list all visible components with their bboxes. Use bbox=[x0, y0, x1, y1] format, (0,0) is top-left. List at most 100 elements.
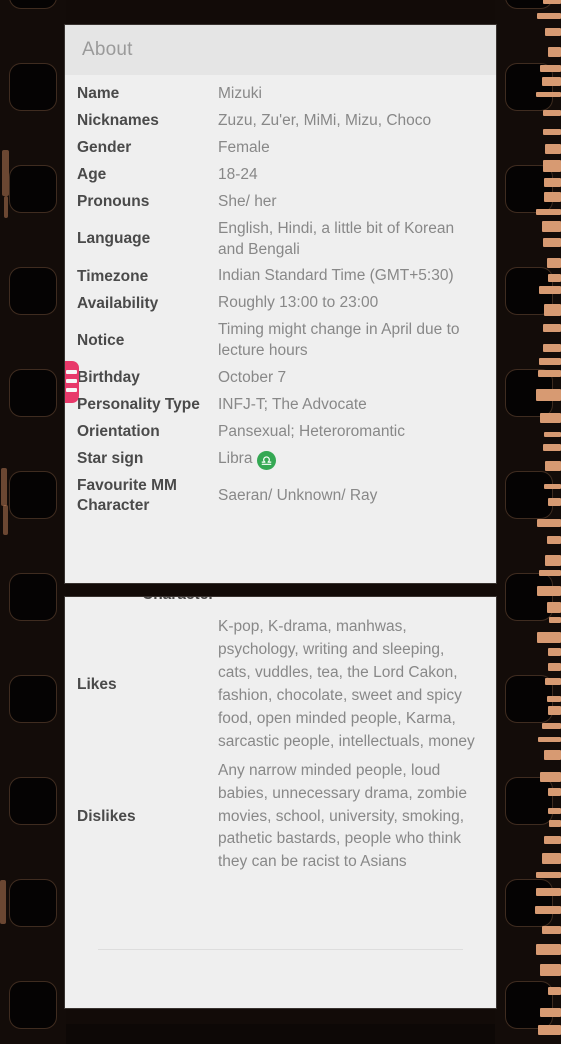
table-row: Orientation Pansexual; Heteroromantic bbox=[65, 419, 496, 446]
film-edge-barcode bbox=[535, 0, 561, 1035]
barcode-dash bbox=[536, 872, 561, 878]
barcode-dash bbox=[540, 65, 561, 72]
film-edge-smudge bbox=[0, 880, 6, 924]
barcode-dash bbox=[545, 28, 561, 36]
barcode-dash bbox=[536, 92, 561, 97]
table-row: Nicknames Zuzu, Zu'er, MiMi, Mizu, Choco bbox=[65, 108, 496, 135]
attribute-value: INFJ-T; The Advocate bbox=[218, 396, 367, 414]
attribute-value: Indian Standard Time (GMT+5:30) bbox=[218, 267, 454, 285]
barcode-dash bbox=[535, 906, 561, 914]
attribute-value: English, Hindi, a little bit of Korean a… bbox=[218, 219, 455, 258]
barcode-dash bbox=[545, 144, 561, 154]
barcode-dash bbox=[537, 632, 561, 643]
barcode-dash bbox=[548, 706, 561, 715]
barcode-dash bbox=[543, 324, 561, 332]
barcode-dash bbox=[548, 788, 561, 796]
attribute-label: Dislikes bbox=[77, 807, 136, 825]
table-row: Star sign Libra bbox=[65, 446, 496, 473]
barcode-dash bbox=[548, 47, 561, 57]
barcode-dash bbox=[536, 888, 561, 896]
barcode-dash bbox=[540, 413, 561, 423]
traits-card: Character Likes K-pop, K-drama, manhwas, … bbox=[65, 597, 496, 1008]
attribute-label: Favourite MM Character bbox=[77, 476, 177, 515]
barcode-dash bbox=[543, 344, 561, 352]
barcode-dash bbox=[542, 926, 561, 934]
barcode-dash bbox=[547, 258, 561, 268]
barcode-dash bbox=[542, 221, 561, 232]
film-sprocket-hole bbox=[10, 370, 56, 416]
traits-attributes-table: Likes K-pop, K-drama, manhwas, psychology… bbox=[65, 613, 496, 877]
film-sprocket-hole bbox=[10, 982, 56, 1028]
attribute-label: Pronouns bbox=[77, 192, 150, 210]
barcode-dash bbox=[544, 836, 561, 844]
barcode-dash bbox=[540, 772, 561, 782]
attribute-value: Female bbox=[218, 138, 270, 156]
attribute-label: Name bbox=[77, 85, 120, 103]
about-card-header: About bbox=[65, 25, 496, 75]
attribute-label: Star sign bbox=[77, 450, 144, 468]
film-sprocket-hole bbox=[10, 778, 56, 824]
barcode-dash bbox=[548, 274, 561, 282]
barcode-dash bbox=[545, 555, 561, 566]
barcode-dash bbox=[540, 964, 561, 976]
attribute-label: Language bbox=[77, 230, 151, 248]
attribute-value: Zuzu, Zu'er, MiMi, Mizu, Choco bbox=[218, 111, 432, 129]
table-row: Age 18-24 bbox=[65, 162, 496, 189]
barcode-dash bbox=[544, 432, 561, 437]
barcode-dash bbox=[548, 987, 561, 995]
barcode-dash bbox=[543, 238, 561, 247]
barcode-dash bbox=[548, 498, 561, 506]
barcode-dash bbox=[543, 129, 561, 135]
libra-zodiac-icon bbox=[257, 450, 277, 470]
attribute-value: Libra bbox=[218, 446, 496, 473]
film-sprocket-hole bbox=[10, 472, 56, 518]
film-sprocket-hole bbox=[10, 0, 56, 8]
barcode-dash bbox=[538, 370, 561, 377]
about-attributes-table: Name Mizuki Nicknames Zuzu, Zu'er, MiMi, Mi… bbox=[65, 81, 496, 520]
barcode-dash bbox=[542, 853, 561, 864]
barcode-dash bbox=[544, 192, 561, 202]
barcode-dash bbox=[547, 602, 561, 613]
film-sprocket-hole bbox=[10, 574, 56, 620]
attribute-value: Pansexual; Heteroromantic bbox=[218, 422, 405, 440]
barcode-dash bbox=[542, 723, 561, 729]
attribute-label: Nicknames bbox=[77, 112, 159, 130]
barcode-dash bbox=[549, 820, 561, 827]
attribute-label: Birthday bbox=[65, 361, 218, 404]
barcode-dash bbox=[536, 209, 561, 215]
table-row: Pronouns She/ her bbox=[65, 189, 496, 216]
attribute-label: Timezone bbox=[77, 267, 149, 285]
barcode-dash bbox=[540, 1008, 561, 1017]
film-sprocket-hole bbox=[10, 64, 56, 110]
barcode-dash bbox=[539, 570, 561, 576]
barcode-dash bbox=[536, 944, 561, 955]
about-card: About Name Mizuki Nicknames Zuzu, Zu'er, Mi… bbox=[65, 25, 496, 583]
attribute-label: Gender bbox=[77, 139, 132, 157]
barcode-dash bbox=[549, 617, 561, 623]
barcode-dash bbox=[542, 77, 561, 86]
barcode-dash bbox=[537, 13, 561, 19]
film-edge-smudge bbox=[2, 150, 9, 196]
table-row: Timezone Indian Standard Time (GMT+5:30) bbox=[65, 263, 496, 290]
film-sprocket-hole bbox=[10, 268, 56, 314]
barcode-dash bbox=[545, 678, 561, 685]
barcode-dash bbox=[544, 484, 561, 489]
film-edge-smudge bbox=[4, 196, 8, 218]
film-sprocket-hole bbox=[10, 880, 56, 926]
barcode-dash bbox=[544, 304, 561, 316]
barcode-dash bbox=[548, 808, 561, 814]
barcode-dash bbox=[543, 110, 561, 116]
barcode-dash bbox=[539, 286, 561, 294]
table-row: Notice Timing might change in April due t… bbox=[65, 317, 496, 365]
table-row: Gender Female bbox=[65, 135, 496, 162]
film-edge-smudge bbox=[3, 505, 8, 535]
attribute-label: Orientation bbox=[77, 423, 160, 441]
attribute-label: Availability bbox=[77, 294, 159, 312]
attribute-label: Notice bbox=[77, 331, 125, 349]
attribute-label: Personality Type bbox=[77, 396, 200, 414]
attribute-value-text: Libra bbox=[218, 449, 253, 467]
table-row: Dislikes Any narrow minded people, loud b… bbox=[65, 757, 496, 878]
attribute-value: Saeran/ Unknown/ Ray bbox=[218, 486, 378, 504]
attribute-value: Timing might change in April due to lect… bbox=[218, 321, 460, 360]
barcode-dash bbox=[544, 750, 561, 760]
